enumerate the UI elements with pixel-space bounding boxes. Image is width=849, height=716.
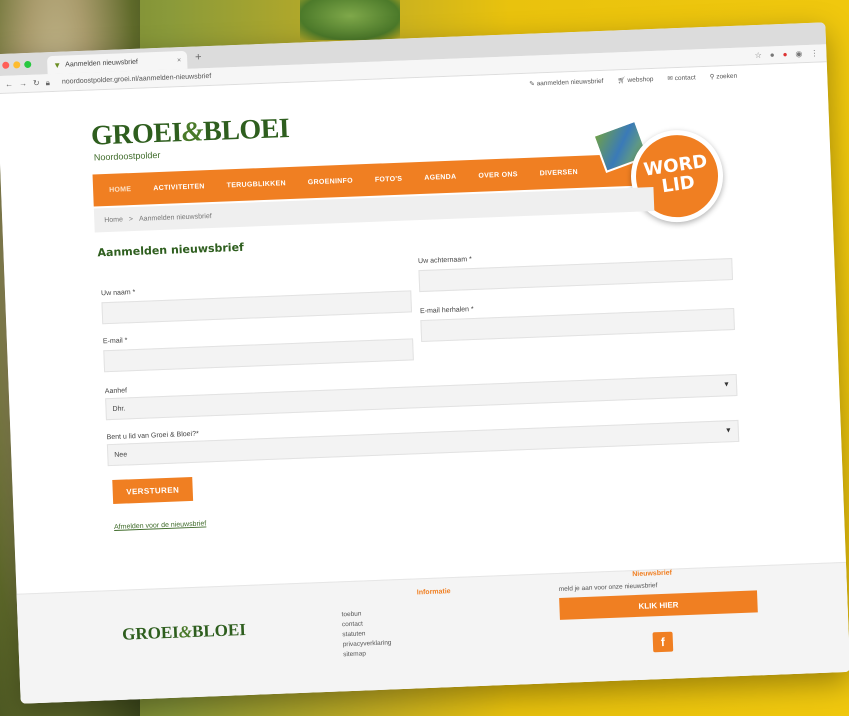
title-select-label: Aanhef: [104, 387, 128, 396]
toplink-shop[interactable]: 🛒︎ webshop: [617, 75, 653, 84]
forward-icon[interactable]: →: [19, 79, 27, 88]
toplink-contact-label: contact: [674, 74, 696, 83]
favicon-icon: ▼: [53, 60, 62, 70]
back-icon[interactable]: ←: [5, 80, 13, 89]
breadcrumb-current: Aanmelden nieuwsbrief: [138, 212, 212, 223]
menu-icon[interactable]: ⋮: [810, 49, 818, 58]
breadcrumb-home[interactable]: Home: [104, 216, 123, 224]
logo-text-right: BLOEI: [202, 112, 290, 148]
nav-activiteiten[interactable]: ACTIVITEITEN: [153, 183, 205, 192]
footer-logo-ampersand: &: [178, 622, 193, 642]
extension-red-icon[interactable]: ●: [782, 50, 787, 59]
email-label: E-mail *: [102, 337, 128, 346]
reload-icon[interactable]: ↻: [33, 79, 40, 88]
breadcrumb-separator: >: [128, 215, 134, 223]
nav-terugblikken[interactable]: TERUGBLIKKEN: [227, 180, 286, 189]
nav-agenda[interactable]: AGENDA: [424, 173, 456, 181]
title-select[interactable]: Dhr. ▼: [105, 373, 738, 421]
footer-newsletter-text: meld je aan voor onze nieuwsbrief: [558, 582, 658, 593]
toplink-contact[interactable]: ✉ contact: [667, 73, 696, 83]
new-tab-button[interactable]: +: [195, 51, 202, 63]
footer-newsletter-title: Nieuwsbrief: [632, 569, 673, 579]
logo-subtitle: Noordoostpolder: [93, 149, 161, 163]
extension-icon[interactable]: ●: [770, 50, 775, 59]
logo-text-left: GROEI: [90, 117, 183, 152]
nav-diversen[interactable]: DIVERSEN: [540, 168, 578, 176]
footer-logo[interactable]: GROEI&BLOEI: [122, 620, 246, 645]
footer-link[interactable]: sitemap: [343, 648, 392, 660]
nav-fotos[interactable]: FOTO'S: [375, 175, 403, 183]
email-repeat-label: E-mail herhalen *: [419, 306, 474, 316]
chevron-down-icon: ▼: [722, 381, 731, 389]
toplink-newsletter[interactable]: ✎ aanmelden nieuwsbrief: [529, 77, 603, 88]
toplink-newsletter-label: aanmelden nieuwsbrief: [536, 77, 604, 88]
facebook-icon[interactable]: f: [652, 631, 674, 653]
chevron-down-icon: ▼: [724, 427, 732, 435]
newsletter-click-button[interactable]: KLIK HIER: [559, 590, 758, 620]
toolbar-icons: ☆ ● ● ◉ ⋮: [754, 49, 818, 60]
member-select-value: Nee: [114, 450, 128, 459]
close-tab-icon[interactable]: ×: [177, 57, 181, 64]
background-leaf-top: [300, 0, 400, 40]
tab-title: Aanmelden nieuwsbrief: [65, 58, 139, 69]
badge-line2: LID: [660, 171, 697, 198]
footer-logo-right: BLOEI: [191, 620, 247, 642]
toplink-search-label: zoeken: [716, 72, 738, 81]
toplink-search[interactable]: ⚲ zoeken: [710, 72, 738, 81]
footer-info-links: toebun contact statuten privacyverklarin…: [341, 608, 392, 660]
nav-over-ons[interactable]: OVER ONS: [478, 171, 518, 180]
web-page: ✎ aanmelden nieuwsbrief 🛒︎ webshop ✉ con…: [0, 62, 849, 704]
bookmark-star-icon[interactable]: ☆: [754, 51, 762, 60]
email-input[interactable]: [103, 338, 414, 373]
page-title: Aanmelden nieuwsbrief: [97, 240, 245, 260]
nav-groeninfo[interactable]: GROENINFO: [308, 177, 353, 186]
member-select[interactable]: Nee ▼: [106, 419, 740, 467]
submit-button[interactable]: VERSTUREN: [112, 476, 194, 504]
title-select-value: Dhr.: [112, 404, 126, 413]
logo-ampersand: &: [181, 116, 204, 149]
maximize-window-button[interactable]: [24, 60, 32, 68]
last-name-label: Uw achternaam *: [417, 256, 472, 266]
first-name-label: Uw naam *: [100, 288, 136, 298]
footer-info-title: Informatie: [416, 588, 451, 597]
lock-icon: 🔒︎: [45, 77, 51, 87]
minimize-window-button[interactable]: [13, 60, 21, 69]
top-links: ✎ aanmelden nieuwsbrief 🛒︎ webshop ✉ con…: [529, 72, 737, 88]
footer-link[interactable]: privacyverklaring: [343, 638, 392, 650]
close-window-button[interactable]: [2, 61, 10, 69]
site-logo[interactable]: GROEI&BLOEI: [90, 113, 289, 153]
url-field[interactable]: noordoostpolder.groei.nl/aanmelden-nieuw…: [62, 73, 212, 86]
browser-window: ▼ Aanmelden nieuwsbrief × + ← → ↻ 🔒︎ noo…: [0, 22, 849, 704]
unsubscribe-link[interactable]: Afmelden voor de nieuwsbrief: [114, 520, 206, 531]
footer-logo-left: GROEI: [121, 622, 180, 644]
first-name-input[interactable]: [101, 290, 413, 325]
toplink-shop-label: webshop: [627, 75, 654, 84]
profile-icon[interactable]: ◉: [795, 49, 802, 58]
nav-home[interactable]: HOME: [109, 186, 131, 194]
footer: GROEI&BLOEI Informatie toebun contact st…: [16, 561, 849, 704]
member-select-label: Bent u lid van Groei & Bloei?*: [106, 430, 199, 442]
